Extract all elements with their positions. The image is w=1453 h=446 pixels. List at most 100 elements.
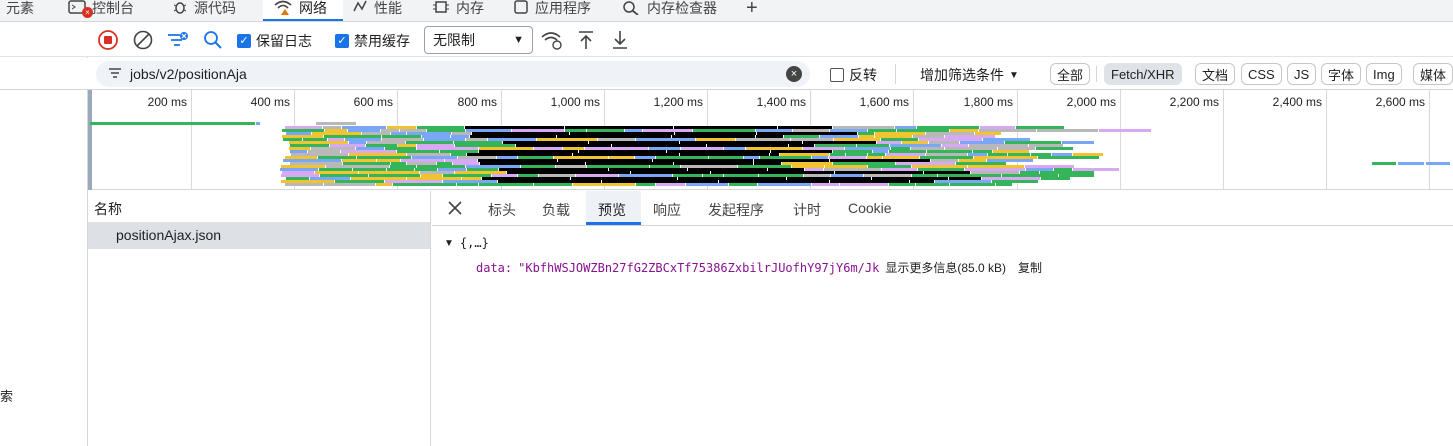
devtools-tab-bar: 元素 × 控制台 源代码 网络 性能 内存 应用程序 内存检查器 +: [0, 0, 1453, 22]
type-filter-media[interactable]: 媒体: [1413, 63, 1453, 85]
tab-memory[interactable]: 内存: [432, 0, 484, 21]
waterfall-bar: [312, 132, 361, 135]
tab-performance[interactable]: 性能: [352, 0, 402, 21]
tab-sources[interactable]: 源代码: [172, 0, 236, 21]
waterfall-bar: [935, 180, 991, 183]
waterfall-bar: [889, 150, 926, 153]
waterfall-bar: [341, 150, 396, 153]
more-tabs-plus-icon[interactable]: +: [746, 0, 758, 21]
waterfall-bar: [316, 122, 356, 125]
waterfall-bar: [770, 153, 779, 156]
waterfall-bar: [897, 129, 949, 132]
waterfall-bar: [1020, 171, 1039, 174]
waterfall-bar: [736, 138, 790, 141]
filter-toggle-icon[interactable]: [166, 28, 190, 52]
search-icon[interactable]: [201, 28, 225, 52]
waterfall-bar: [1041, 177, 1070, 180]
waterfall-bar: [455, 171, 506, 174]
waterfall-bar: [868, 153, 885, 156]
waterfall-bar: [417, 126, 464, 129]
type-filter-all[interactable]: 全部: [1050, 63, 1091, 85]
request-row[interactable]: positionAjax.json: [88, 223, 430, 249]
waterfall-bar: [324, 135, 381, 138]
tab-elements[interactable]: 元素: [6, 0, 34, 21]
waterfall-bar: [709, 156, 743, 159]
waterfall-bar: [675, 132, 756, 135]
expand-triangle-icon[interactable]: ▼: [444, 238, 454, 249]
waterfall-bar: [656, 156, 708, 159]
waterfall-bar: [650, 165, 680, 168]
waterfall-bar: [1037, 129, 1098, 132]
waterfall-bar: [285, 156, 317, 159]
clear-filter-icon[interactable]: ×: [786, 66, 802, 82]
type-filter-js[interactable]: JS: [1287, 63, 1317, 85]
waterfall-bar: [351, 177, 406, 180]
waterfall-bar: [926, 132, 974, 135]
type-filter-img[interactable]: Img: [1366, 63, 1402, 85]
waterfall-bar: [636, 138, 695, 141]
checkbox-unchecked-icon: [830, 68, 844, 82]
waterfall-bar: [913, 135, 944, 138]
waterfall-bar: [310, 177, 350, 180]
overview-timeline[interactable]: 200 ms 400 ms 600 ms 800 ms 1,000 ms 1,200 ms…: [88, 90, 1453, 190]
waterfall-bar: [803, 147, 844, 150]
waterfall-bar: [673, 174, 702, 177]
waterfall-bar: [359, 171, 419, 174]
waterfall-bar: [565, 126, 673, 129]
performance-icon: [352, 0, 368, 18]
import-har-icon[interactable]: [574, 28, 598, 52]
tab-preview[interactable]: 预览: [598, 200, 626, 220]
waterfall-bar: [1073, 153, 1103, 156]
waterfall-bar: [398, 144, 416, 147]
type-filter-css[interactable]: CSS: [1241, 63, 1282, 85]
tab-headers[interactable]: 标头: [488, 200, 516, 220]
preview-root-node[interactable]: ▼ {,…}: [444, 236, 489, 250]
waterfall-bar: [507, 171, 630, 174]
tab-initiator[interactable]: 发起程序: [708, 200, 764, 220]
waterfall-bar: [758, 183, 811, 186]
name-column-header[interactable]: 名称: [88, 191, 430, 223]
waterfall-bar: [467, 168, 498, 171]
more-filters-dropdown[interactable]: 增加筛选条件 ▼: [920, 65, 1019, 85]
show-more-link[interactable]: 显示更多信息(85.0 kB): [885, 259, 1006, 276]
tab-payload[interactable]: 负载: [542, 200, 570, 220]
preserve-log-checkbox[interactable]: ✓ 保留日志: [237, 31, 312, 51]
waterfall-bar: [760, 156, 811, 159]
waterfall-bar: [784, 135, 819, 138]
waterfall-bar: [1008, 153, 1030, 156]
tab-network[interactable]: 网络: [263, 0, 343, 21]
waterfall-bar: [998, 147, 1035, 150]
copy-link[interactable]: 复制: [1018, 259, 1042, 276]
type-filter-doc[interactable]: 文档: [1195, 63, 1236, 85]
waterfall-bar: [831, 174, 863, 177]
sidebar-partial-text: 索: [0, 389, 14, 404]
waterfall-bar: [422, 135, 450, 138]
network-conditions-icon[interactable]: [540, 28, 564, 52]
waterfall-bar: [420, 171, 454, 174]
waterfall-bar: [417, 147, 478, 150]
waterfall-bar: [910, 180, 934, 183]
tab-cookies[interactable]: Cookie: [848, 200, 892, 216]
filter-input[interactable]: jobs/v2/positionAja ×: [96, 61, 810, 87]
tab-console[interactable]: × 控制台: [68, 0, 134, 21]
dropdown-caret-icon: ▼: [1009, 69, 1019, 81]
record-stop-button[interactable]: [96, 28, 120, 52]
waterfall-bar: [787, 177, 871, 180]
close-detail-icon[interactable]: [444, 197, 466, 222]
tab-timing[interactable]: 计时: [793, 200, 821, 220]
tab-application[interactable]: 应用程序: [513, 0, 591, 21]
waterfall-bar: [326, 165, 389, 168]
type-filter-font[interactable]: 字体: [1321, 63, 1362, 85]
tab-memory-inspector[interactable]: 内存检查器: [621, 0, 717, 21]
disable-cache-checkbox[interactable]: ✓ 禁用缓存: [335, 31, 410, 51]
waterfall-bar: [681, 147, 723, 150]
throttling-select[interactable]: 无限制 ▼: [424, 26, 533, 54]
clear-button[interactable]: [131, 28, 155, 52]
waterfall-bar: [1026, 168, 1053, 171]
checkbox-checked-icon: ✓: [237, 34, 251, 48]
tab-response[interactable]: 响应: [653, 200, 681, 220]
export-har-icon[interactable]: [608, 28, 632, 52]
waterfall-bar: [927, 150, 972, 153]
type-filter-fetch-xhr[interactable]: Fetch/XHR: [1104, 63, 1182, 85]
invert-checkbox[interactable]: 反转: [830, 65, 877, 85]
